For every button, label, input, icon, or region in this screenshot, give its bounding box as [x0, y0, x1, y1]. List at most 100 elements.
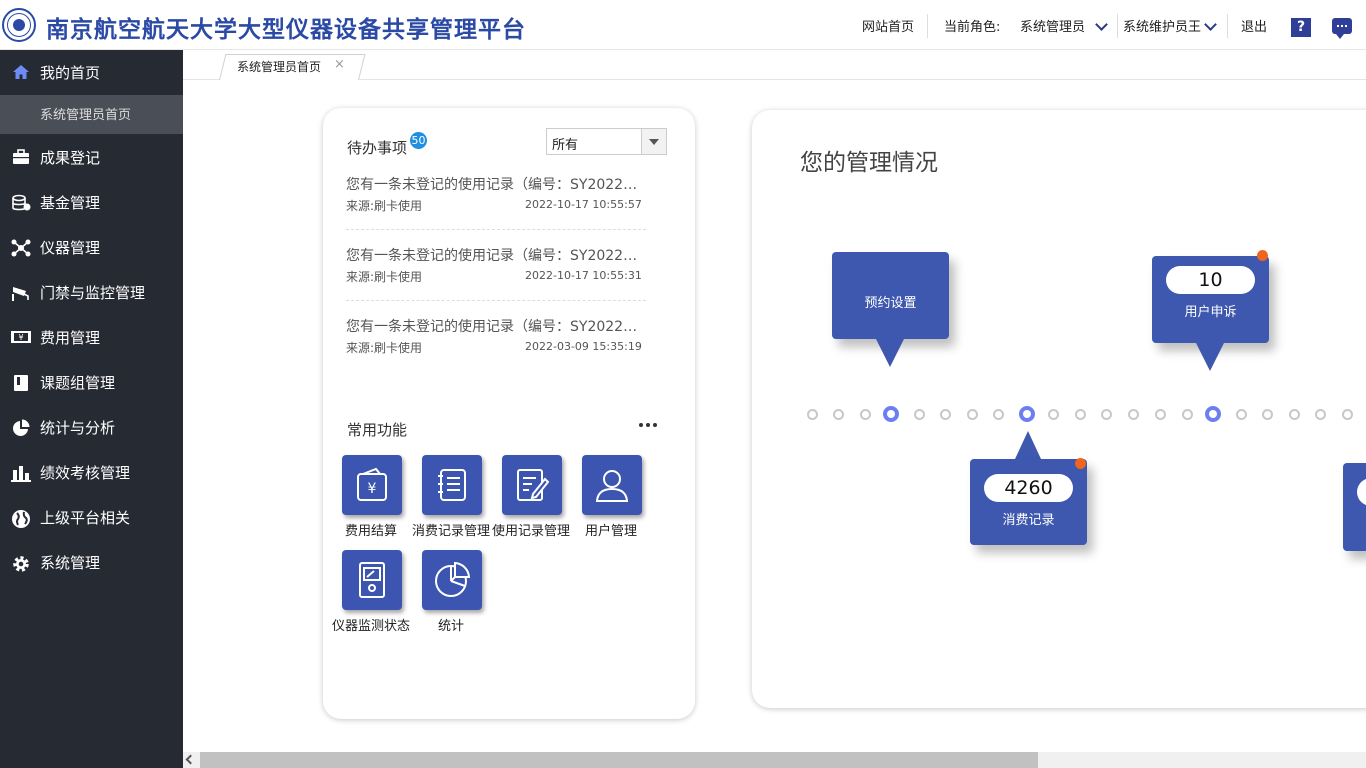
- sidebar-item-instruments[interactable]: 仪器管理: [0, 225, 183, 270]
- sidebar-item-funds[interactable]: 基金管理: [0, 180, 183, 225]
- book-icon: [10, 374, 32, 392]
- sidebar-item-research-groups[interactable]: 课题组管理: [0, 360, 183, 405]
- sidebar-item-home[interactable]: 我的首页: [0, 50, 183, 95]
- timeline-node[interactable]: [966, 408, 978, 420]
- divider: [346, 300, 646, 301]
- timeline-node[interactable]: [1127, 408, 1139, 420]
- sidebar-subitem-admin-home[interactable]: 系统管理员首页: [0, 95, 183, 134]
- tab-bar: [183, 50, 1366, 80]
- user-management-button[interactable]: [582, 455, 642, 515]
- complaints-count: 10: [1166, 266, 1255, 294]
- site-home-link[interactable]: 网站首页: [862, 0, 914, 50]
- scrollbar-thumb[interactable]: [200, 752, 1038, 768]
- function-label[interactable]: 费用结算: [326, 520, 416, 539]
- user-menu[interactable]: 系统维护员王: [1123, 0, 1201, 50]
- sidebar-item-label: 成果登记: [40, 149, 101, 167]
- todo-item[interactable]: 您有一条未登记的使用记录（编号：SY202210… 来源:刷卡使用 2022-1…: [346, 245, 646, 301]
- function-label[interactable]: 统计: [406, 615, 496, 634]
- header-divider: [927, 14, 928, 38]
- database-icon: [10, 194, 32, 212]
- timeline-node[interactable]: [806, 408, 818, 420]
- role-select[interactable]: 系统管理员: [1020, 0, 1085, 50]
- timeline-node[interactable]: [859, 408, 871, 420]
- timeline-node[interactable]: [992, 408, 1004, 420]
- timeline-node-active[interactable]: [883, 406, 899, 422]
- instrument-monitor-button[interactable]: [342, 550, 402, 610]
- bubble-label: 消费记录: [1002, 513, 1055, 528]
- timeline-node[interactable]: [913, 408, 925, 420]
- sidebar-item-system[interactable]: 系统管理: [0, 540, 183, 585]
- todo-count-badge: 50: [410, 132, 427, 149]
- timeline-node-active[interactable]: [1019, 406, 1035, 422]
- todo-item-source: 来源:刷卡使用: [346, 341, 423, 355]
- sidebar-item-access-control[interactable]: 门禁与监控管理: [0, 270, 183, 315]
- message-icon[interactable]: [1332, 18, 1352, 39]
- sidebar-item-performance[interactable]: 绩效考核管理: [0, 450, 183, 495]
- pie-chart-icon: [435, 561, 471, 597]
- function-label[interactable]: 用户管理: [566, 520, 656, 539]
- sidebar-item-statistics[interactable]: 统计与分析: [0, 405, 183, 450]
- chevron-down-icon[interactable]: [641, 129, 666, 154]
- instrument-monitor-icon: [359, 562, 385, 598]
- todo-item-text[interactable]: 您有一条未登记的使用记录（编号：SY202210…: [346, 245, 641, 265]
- notebook-icon: [438, 469, 466, 501]
- more-icon[interactable]: [638, 419, 660, 429]
- todo-item-text[interactable]: 您有一条未登记的使用记录（编号：SY202210…: [346, 174, 641, 194]
- consumption-count: 4260: [984, 474, 1073, 502]
- timeline-node[interactable]: [1261, 408, 1273, 420]
- home-icon: [10, 64, 32, 82]
- todo-item[interactable]: 您有一条未登记的使用记录（编号：SY202203… 来源:刷卡使用 2022-0…: [346, 316, 646, 355]
- timeline-node[interactable]: [939, 408, 951, 420]
- timeline-node[interactable]: [832, 408, 844, 420]
- chevron-left-icon[interactable]: [185, 754, 196, 765]
- timeline-node[interactable]: [1314, 408, 1326, 420]
- timeline-node[interactable]: [1235, 408, 1247, 420]
- user-icon: [595, 470, 629, 502]
- booking-settings-card[interactable]: 预约设置: [832, 252, 949, 339]
- usage-records-button[interactable]: [502, 455, 562, 515]
- sidebar-item-fees[interactable]: ¥ 费用管理: [0, 315, 183, 360]
- timeline-node[interactable]: [1181, 408, 1193, 420]
- user-complaints-card[interactable]: 10 用户申诉: [1152, 256, 1269, 343]
- todo-item[interactable]: 您有一条未登记的使用记录（编号：SY202210… 来源:刷卡使用 2022-1…: [346, 174, 646, 230]
- alert-dot: [1075, 458, 1086, 469]
- help-icon[interactable]: ?: [1291, 18, 1311, 37]
- consumption-records-button[interactable]: [422, 455, 482, 515]
- fee-settlement-button[interactable]: ¥: [342, 455, 402, 515]
- todo-filter-value: 所有: [552, 138, 579, 153]
- wallet-yuan-icon: ¥: [357, 467, 387, 501]
- timeline-node[interactable]: [1047, 408, 1059, 420]
- chevron-down-icon[interactable]: [1204, 18, 1217, 31]
- camera-icon: [10, 284, 32, 302]
- timeline-node-active[interactable]: [1205, 406, 1221, 422]
- gear-icon: [10, 554, 32, 572]
- function-label[interactable]: 仪器监测状态: [326, 615, 416, 634]
- tab-label[interactable]: 系统管理员首页: [237, 58, 321, 75]
- top-header: 南京航空航天大学大型仪器设备共享管理平台 网站首页 当前角色: 系统管理员 系统…: [0, 0, 1366, 50]
- function-label[interactable]: 消费记录管理: [406, 520, 496, 539]
- todo-item-source: 来源:刷卡使用: [346, 199, 423, 213]
- close-icon[interactable]: ×: [334, 57, 345, 72]
- edit-document-icon: [517, 469, 550, 501]
- todo-item-source: 来源:刷卡使用: [346, 270, 423, 284]
- consumption-records-card[interactable]: 4260 消费记录: [970, 459, 1087, 545]
- todo-item-text[interactable]: 您有一条未登记的使用记录（编号：SY202203…: [346, 316, 641, 336]
- chevron-down-icon[interactable]: [1095, 18, 1108, 31]
- horizontal-scrollbar[interactable]: [183, 752, 1366, 768]
- university-logo: [2, 8, 36, 42]
- alert-dot: [1257, 250, 1268, 261]
- timeline-node[interactable]: [1074, 408, 1086, 420]
- logout-link[interactable]: 退出: [1241, 0, 1267, 50]
- globe-icon: [10, 509, 32, 528]
- svg-text:¥: ¥: [368, 481, 377, 497]
- function-label[interactable]: 使用记录管理: [486, 520, 576, 539]
- timeline-node[interactable]: [1100, 408, 1112, 420]
- timeline-node[interactable]: [1154, 408, 1166, 420]
- offscreen-card[interactable]: [1343, 463, 1366, 551]
- statistics-button[interactable]: [422, 550, 482, 610]
- todo-filter-select[interactable]: 所有: [546, 128, 667, 155]
- sidebar-item-achievements[interactable]: 成果登记: [0, 135, 183, 180]
- sidebar-item-upper-platform[interactable]: 上级平台相关: [0, 495, 183, 540]
- timeline-node[interactable]: [1341, 408, 1353, 420]
- timeline-node[interactable]: [1288, 408, 1300, 420]
